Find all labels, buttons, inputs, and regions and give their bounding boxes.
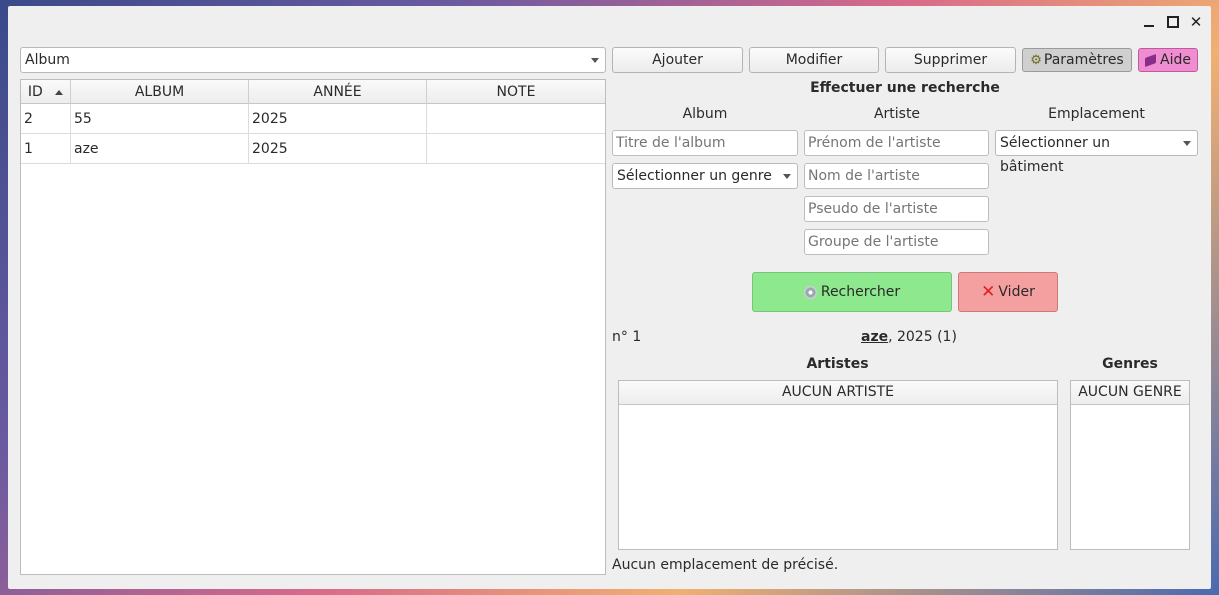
building-select[interactable]: Sélectionner un bâtiment bbox=[995, 130, 1198, 175]
edit-button[interactable]: Modifier bbox=[749, 47, 879, 73]
add-button[interactable]: Ajouter bbox=[612, 47, 743, 73]
maximize-button[interactable] bbox=[1165, 14, 1181, 30]
close-button[interactable]: ✕ bbox=[1188, 13, 1204, 31]
artist-group-input[interactable] bbox=[804, 229, 989, 255]
genre-select-value: Sélectionner un genre bbox=[617, 168, 772, 184]
maximize-icon bbox=[1167, 16, 1179, 28]
column-header-label: ALBUM bbox=[134, 84, 185, 100]
chevron-down-icon bbox=[1183, 141, 1191, 146]
chevron-down-icon bbox=[591, 58, 599, 63]
search-column-artist: Artiste bbox=[873, 106, 921, 122]
artists-title: Artistes bbox=[806, 356, 869, 372]
settings-button-label: Paramètres bbox=[1043, 52, 1124, 68]
artists-list[interactable]: AUCUN ARTISTE bbox=[618, 380, 1058, 550]
cell-album: 55 bbox=[71, 104, 249, 134]
cell-note bbox=[427, 104, 605, 134]
building-select-value: Sélectionner un bâtiment bbox=[1000, 135, 1110, 175]
search-column-location: Emplacement bbox=[1048, 106, 1145, 122]
album-name: aze bbox=[861, 329, 889, 345]
album-info: , 2025 (1) bbox=[888, 329, 957, 345]
cell-id: 2 bbox=[21, 104, 71, 134]
type-select[interactable]: Album bbox=[20, 47, 606, 73]
column-header-year[interactable]: ANNÉE bbox=[249, 80, 427, 104]
type-select-value: Album bbox=[25, 52, 70, 68]
close-icon: ✕ bbox=[981, 282, 996, 302]
delete-button[interactable]: Supprimer bbox=[885, 47, 1016, 73]
artist-pseudo-input[interactable] bbox=[804, 196, 989, 222]
column-header-label: NOTE bbox=[496, 84, 536, 100]
gear-icon: ⚙ bbox=[1030, 52, 1042, 68]
location-text: Aucun emplacement de précisé. bbox=[612, 557, 839, 573]
search-button-label: Rechercher bbox=[820, 284, 901, 300]
cell-year: 2025 bbox=[249, 104, 427, 134]
book-icon bbox=[1145, 53, 1157, 67]
artists-list-header: AUCUN ARTISTE bbox=[619, 381, 1057, 405]
cell-album: aze bbox=[71, 134, 249, 164]
main-window: ✕ Album Ajouter Modifier Supprimer ⚙ Par… bbox=[8, 6, 1211, 589]
column-header-label: ANNÉE bbox=[313, 84, 362, 100]
clear-button-label: Vider bbox=[998, 284, 1035, 300]
album-number: n° 1 bbox=[612, 329, 642, 345]
help-button[interactable]: Aide bbox=[1138, 48, 1198, 72]
settings-button[interactable]: ⚙ Paramètres bbox=[1022, 48, 1132, 72]
album-title-input[interactable] bbox=[612, 130, 798, 156]
close-icon: ✕ bbox=[1189, 13, 1203, 31]
edit-button-label: Modifier bbox=[785, 52, 843, 68]
artist-firstname-input[interactable] bbox=[804, 130, 989, 156]
cell-year: 2025 bbox=[249, 134, 427, 164]
sort-ascending-icon bbox=[55, 89, 64, 95]
minimize-button[interactable] bbox=[1141, 14, 1157, 30]
add-button-label: Ajouter bbox=[652, 52, 703, 68]
column-header-label: ID bbox=[27, 84, 43, 100]
help-button-label: Aide bbox=[1160, 52, 1191, 68]
column-header-note[interactable]: NOTE bbox=[427, 80, 605, 104]
chevron-down-icon bbox=[783, 174, 791, 179]
delete-button-label: Supprimer bbox=[913, 52, 988, 68]
genres-title: Genres bbox=[1102, 356, 1158, 372]
search-title: Effectuer une recherche bbox=[810, 80, 1000, 96]
disc-icon bbox=[803, 285, 817, 299]
genres-list[interactable]: AUCUN GENRE bbox=[1070, 380, 1190, 550]
genre-select[interactable]: Sélectionner un genre bbox=[612, 163, 798, 189]
genres-list-header: AUCUN GENRE bbox=[1071, 381, 1189, 405]
column-header-id[interactable]: ID bbox=[21, 80, 71, 104]
artist-lastname-input[interactable] bbox=[804, 163, 989, 189]
cell-id: 1 bbox=[21, 134, 71, 164]
clear-button[interactable]: ✕ Vider bbox=[958, 272, 1058, 312]
album-summary: aze, 2025 (1) bbox=[861, 329, 957, 345]
search-column-album: Album bbox=[682, 106, 728, 122]
albums-table[interactable]: ID ALBUM ANNÉE NOTE 2 55 2025 1 aze 2025 bbox=[20, 79, 606, 575]
search-button[interactable]: Rechercher bbox=[752, 272, 952, 312]
cell-note bbox=[427, 134, 605, 164]
minimize-icon bbox=[1144, 25, 1154, 27]
column-header-album[interactable]: ALBUM bbox=[71, 80, 249, 104]
